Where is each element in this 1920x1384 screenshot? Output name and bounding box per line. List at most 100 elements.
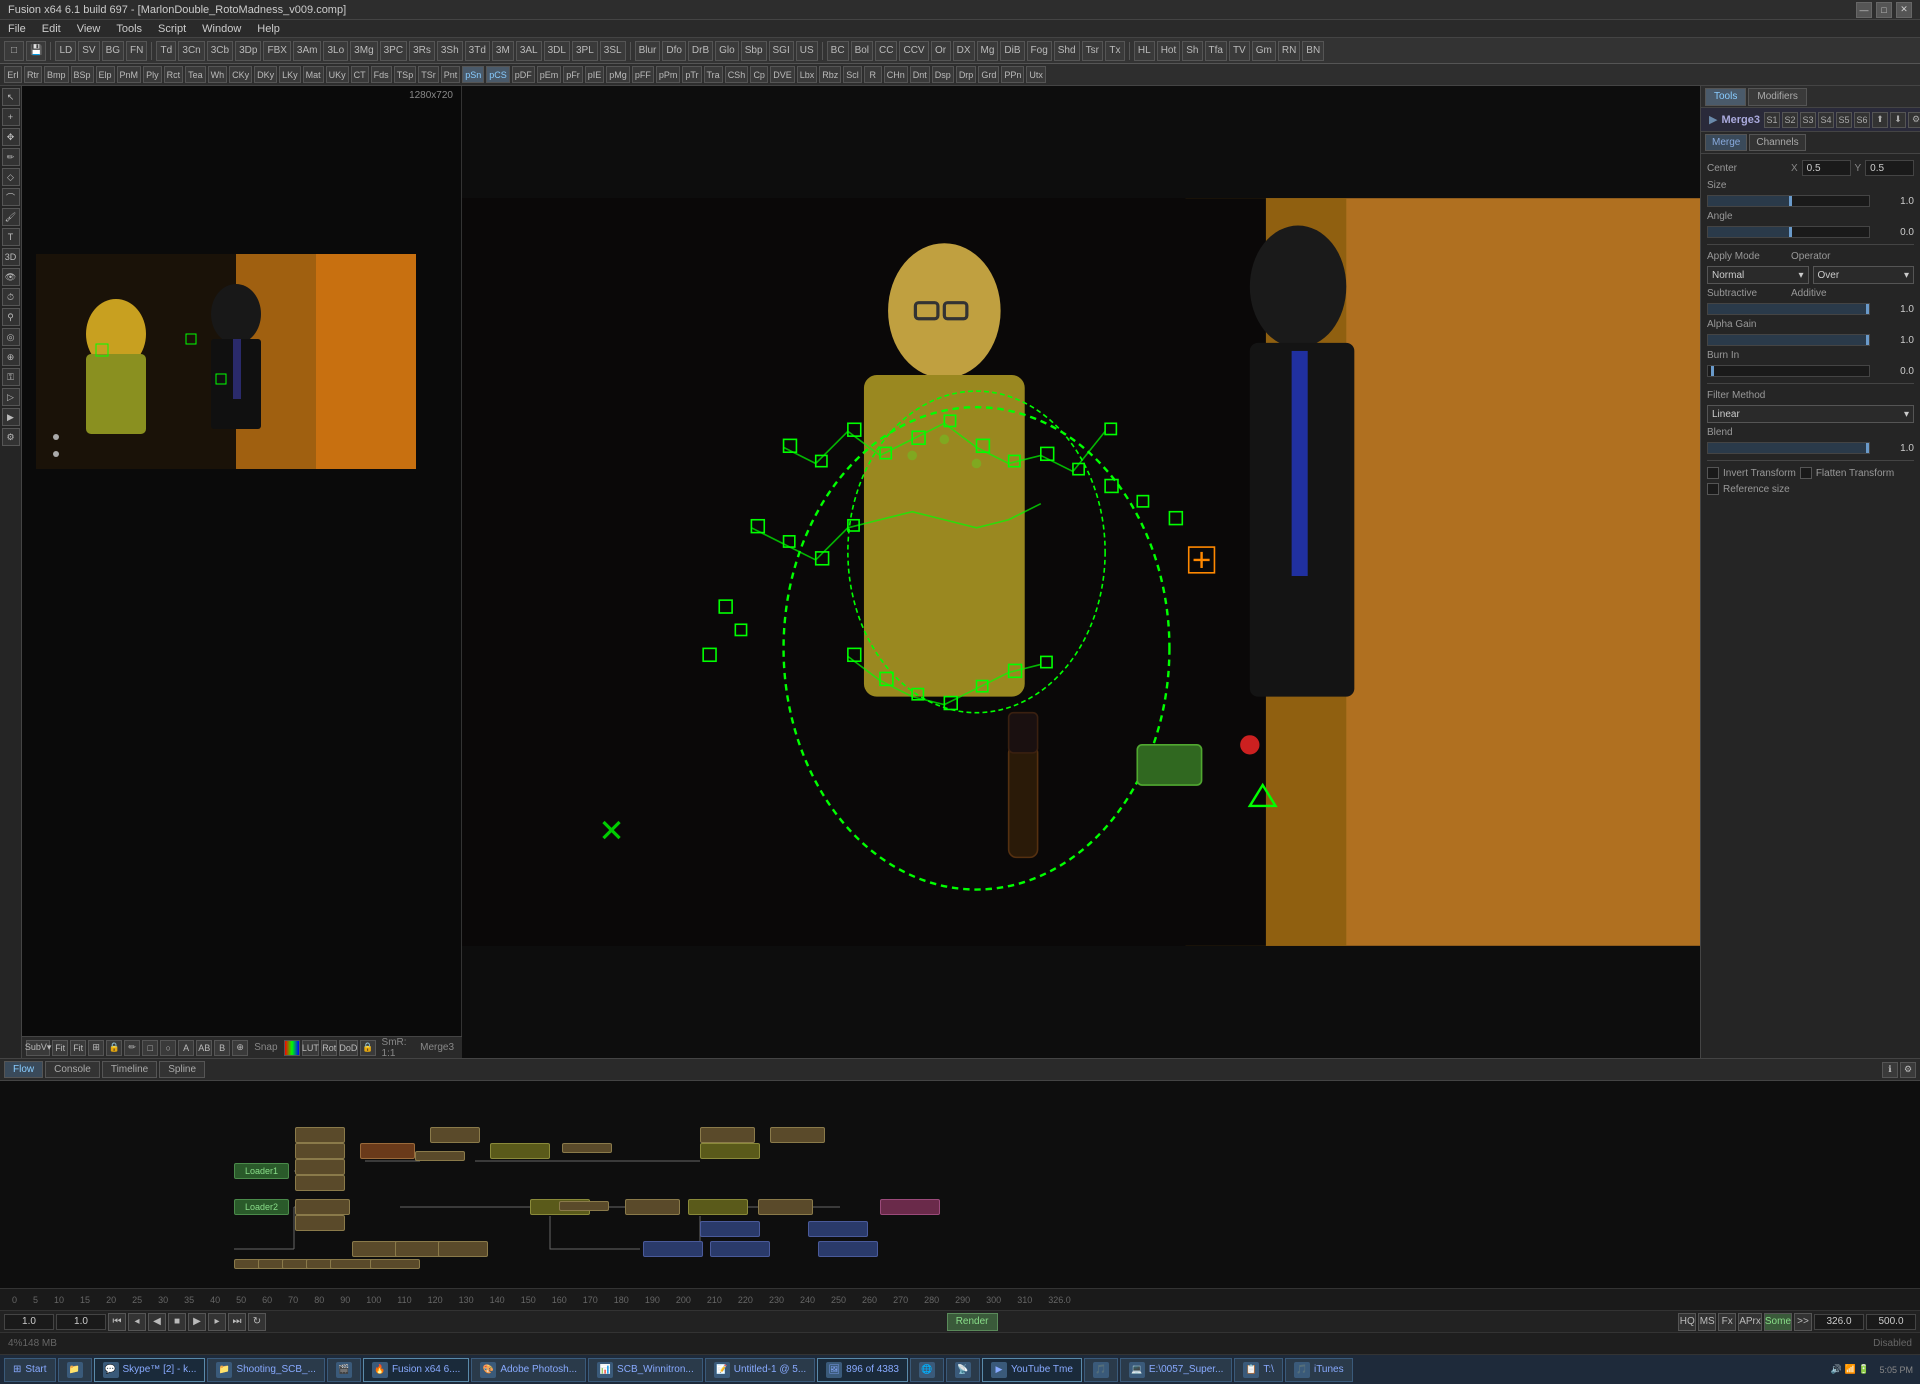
ply-btn[interactable]: Ply bbox=[143, 66, 162, 83]
3sh-btn[interactable]: 3Sh bbox=[437, 41, 463, 61]
3sl-btn[interactable]: 3SL bbox=[600, 41, 626, 61]
taskbar-app-photoshop[interactable]: 🎨 Adobe Photosh... bbox=[471, 1358, 586, 1382]
r-btn[interactable]: R bbox=[864, 66, 882, 83]
3am-btn[interactable]: 3Am bbox=[293, 41, 322, 61]
lky-btn[interactable]: LKy bbox=[279, 66, 301, 83]
invert-transform-checkbox[interactable] bbox=[1707, 467, 1719, 479]
pfr-btn[interactable]: pFr bbox=[563, 66, 583, 83]
node-small1[interactable] bbox=[415, 1151, 465, 1161]
lt-cursor-btn[interactable]: ↖ bbox=[2, 88, 20, 106]
panel-icon-s3[interactable]: S3 bbox=[1800, 112, 1816, 128]
3rs-btn[interactable]: 3Rs bbox=[409, 41, 435, 61]
hq-btn[interactable]: HQ bbox=[1678, 1313, 1696, 1331]
node-r3-5[interactable] bbox=[758, 1199, 813, 1215]
taskbar-app-web[interactable]: 🌐 bbox=[910, 1358, 944, 1382]
node-3[interactable] bbox=[295, 1143, 345, 1159]
3pc-btn[interactable]: 3PC bbox=[380, 41, 407, 61]
reference-size-checkbox[interactable] bbox=[1707, 483, 1719, 495]
center-x-value[interactable]: 0.5 bbox=[1802, 160, 1851, 176]
menu-edit[interactable]: Edit bbox=[38, 23, 65, 35]
menu-tools[interactable]: Tools bbox=[112, 23, 146, 35]
taskbar-app-counter[interactable]: 🖼 896 of 4383 bbox=[817, 1358, 908, 1382]
bn-btn[interactable]: BN bbox=[1302, 41, 1324, 61]
3dp-btn[interactable]: 3Dp bbox=[235, 41, 261, 61]
ld-btn[interactable]: LD bbox=[55, 41, 76, 61]
pencil-btn-left[interactable]: ✏ bbox=[124, 1040, 140, 1056]
lt-zoom-btn[interactable]: ⚲ bbox=[2, 308, 20, 326]
flow-canvas[interactable]: Loader1 Loader2 bbox=[0, 1081, 1920, 1288]
lt-shapes-btn[interactable]: ◇ bbox=[2, 168, 20, 186]
3cn-btn[interactable]: 3Cn bbox=[178, 41, 204, 61]
additive-slider-track[interactable] bbox=[1707, 303, 1870, 315]
taskbar-app-music[interactable]: 🎵 bbox=[1084, 1358, 1118, 1382]
aprx-btn[interactable]: APrx bbox=[1738, 1313, 1762, 1331]
taskbar-app-youtube[interactable]: ▶ YouTube Tme bbox=[982, 1358, 1082, 1382]
cky-btn[interactable]: CKy bbox=[229, 66, 252, 83]
taskbar-app-t[interactable]: 📋 T:\ bbox=[1234, 1358, 1283, 1382]
taskbar-app-explorer[interactable]: 📁 bbox=[58, 1358, 92, 1382]
mat-btn[interactable]: Mat bbox=[303, 66, 324, 83]
sub-tab-channels[interactable]: Channels bbox=[1749, 134, 1805, 151]
tsr2-btn[interactable]: TSr bbox=[418, 66, 439, 83]
node-lr6[interactable] bbox=[370, 1259, 420, 1269]
dib-btn[interactable]: DiB bbox=[1000, 41, 1024, 61]
tra-btn[interactable]: Tra bbox=[704, 66, 723, 83]
3mg-btn[interactable]: 3Mg bbox=[350, 41, 377, 61]
node-bc1[interactable] bbox=[559, 1201, 609, 1211]
next-frame-btn[interactable]: ▸ bbox=[208, 1313, 226, 1331]
panel-icon-s5[interactable]: S5 bbox=[1836, 112, 1852, 128]
pnt-btn[interactable]: Pnt bbox=[441, 66, 461, 83]
lt-view-btn[interactable]: 👁 bbox=[2, 268, 20, 286]
panel-icon-s6[interactable]: S6 bbox=[1854, 112, 1870, 128]
rot-btn-left[interactable]: Rot bbox=[321, 1040, 337, 1056]
close-button[interactable]: ✕ bbox=[1896, 2, 1912, 18]
node-r3-1[interactable] bbox=[295, 1215, 345, 1231]
ct-btn[interactable]: CT bbox=[351, 66, 369, 83]
start-button[interactable]: ⊞ Start bbox=[4, 1358, 56, 1382]
mg-btn[interactable]: Mg bbox=[977, 41, 999, 61]
minimize-button[interactable]: — bbox=[1856, 2, 1872, 18]
subv-dropdown-left[interactable]: SubV▾ bbox=[26, 1040, 50, 1056]
alpha-gain-slider-track[interactable] bbox=[1707, 334, 1870, 346]
tab-modifiers[interactable]: Modifiers bbox=[1748, 88, 1807, 106]
dsp-btn[interactable]: Dsp bbox=[932, 66, 954, 83]
fit2-btn-left[interactable]: Fit bbox=[70, 1040, 86, 1056]
flow-tab-spline[interactable]: Spline bbox=[159, 1061, 205, 1078]
taskbar-app-itunes[interactable]: 🎵 iTunes bbox=[1285, 1358, 1353, 1382]
node-4[interactable] bbox=[295, 1159, 345, 1175]
pcs-btn[interactable]: pCS bbox=[486, 66, 510, 83]
csh-btn[interactable]: CSh bbox=[725, 66, 749, 83]
chn-btn[interactable]: CHn bbox=[884, 66, 908, 83]
utx-btn[interactable]: Utx bbox=[1026, 66, 1046, 83]
3cb-btn[interactable]: 3Cb bbox=[207, 41, 233, 61]
lt-key-btn[interactable]: ⚿ bbox=[2, 368, 20, 386]
cc-btn[interactable]: CC bbox=[875, 41, 897, 61]
node-small2[interactable] bbox=[562, 1143, 612, 1153]
erl-btn[interactable]: ErI bbox=[4, 66, 22, 83]
circle-btn-left[interactable]: ○ bbox=[160, 1040, 176, 1056]
tsp-btn[interactable]: TSp bbox=[394, 66, 417, 83]
pie-btn[interactable]: pIE bbox=[585, 66, 605, 83]
pdf-btn[interactable]: pDF bbox=[512, 66, 535, 83]
double-arrow-btn[interactable]: >> bbox=[1794, 1313, 1812, 1331]
shd-btn[interactable]: Shd bbox=[1054, 41, 1080, 61]
flatten-transform-checkbox[interactable] bbox=[1800, 467, 1812, 479]
rn-btn[interactable]: RN bbox=[1278, 41, 1300, 61]
flow-info-btn[interactable]: ℹ bbox=[1882, 1062, 1898, 1078]
sbp-btn[interactable]: Sbp bbox=[741, 41, 767, 61]
taskbar-app-untitled[interactable]: 📝 Untitled-1 @ 5... bbox=[705, 1358, 815, 1382]
lt-path-btn[interactable]: ⌒ bbox=[2, 188, 20, 206]
viewer-right[interactable] bbox=[462, 86, 1700, 1058]
lt-move-btn[interactable]: ✥ bbox=[2, 128, 20, 146]
frame-end-input[interactable] bbox=[1866, 1314, 1916, 1330]
node-blue4[interactable] bbox=[710, 1241, 770, 1257]
elp-btn[interactable]: Elp bbox=[96, 66, 115, 83]
lt-3d-btn[interactable]: 3D bbox=[2, 248, 20, 266]
taskbar-app-explorer2[interactable]: 💻 E:\0057_Super... bbox=[1120, 1358, 1233, 1382]
node-input2[interactable]: Loader2 bbox=[234, 1199, 289, 1215]
taskbar-app-shooting[interactable]: 📁 Shooting_SCB_... bbox=[207, 1358, 325, 1382]
save-btn[interactable]: 💾 bbox=[26, 41, 46, 61]
menu-view[interactable]: View bbox=[73, 23, 105, 35]
lt-mask-btn[interactable]: ◎ bbox=[2, 328, 20, 346]
tx-btn[interactable]: Tx bbox=[1105, 41, 1125, 61]
